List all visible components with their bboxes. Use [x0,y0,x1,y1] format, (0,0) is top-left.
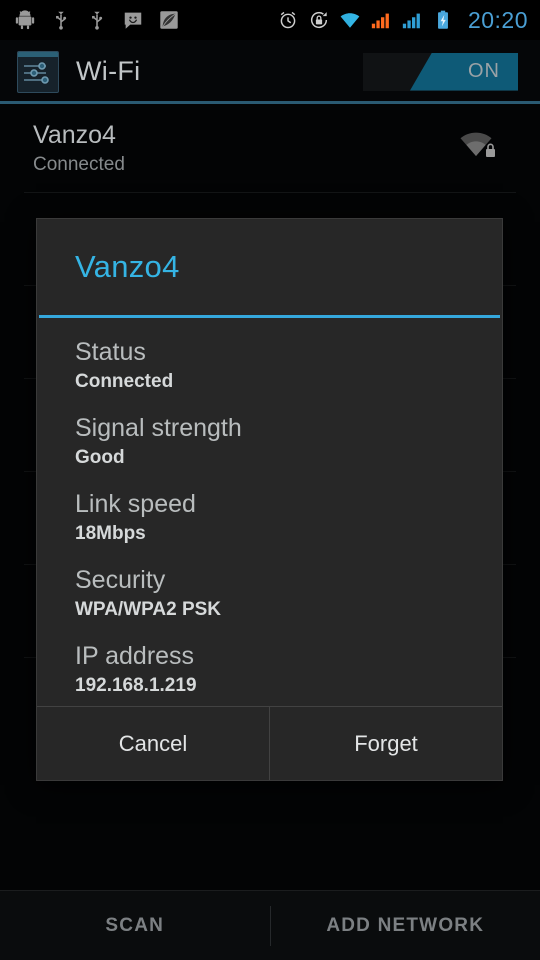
list-item[interactable]: Vanzo4 Connected [0,104,540,192]
detail-row-status: Status Connected [37,336,502,395]
detail-label: Link speed [75,490,196,518]
detail-row-signal-strength: Signal strength Good [37,412,502,471]
wifi-lock-signal-icon [460,132,495,157]
detail-row-security: Security WPA/WPA2 PSK [37,564,502,623]
leaf-icon [160,11,178,29]
dialog-detail-list: Status Connected Signal strength Good Li… [37,318,502,706]
detail-label: Signal strength [75,414,242,442]
detail-value: 18Mbps [75,523,146,544]
sms-smiley-icon [124,12,142,29]
wifi-toggle-switch[interactable]: ON [363,52,518,91]
bottom-action-bar: SCAN ADD NETWORK [0,890,540,960]
cancel-button[interactable]: Cancel [37,707,269,780]
detail-label: Status [75,338,146,366]
alarm-clock-icon [280,11,296,29]
detail-label: Security [75,566,166,594]
page-title: Wi-Fi [76,56,141,86]
forget-button[interactable]: Forget [270,707,502,780]
detail-value: Good [75,447,125,468]
add-network-button[interactable]: ADD NETWORK [271,915,540,937]
dialog-button-bar: Cancel Forget [37,706,502,780]
detail-value: Connected [75,371,174,392]
status-bar-left-icons [0,9,180,31]
dialog-title-area: Vanzo4 [37,219,502,315]
wifi-header-bar: Wi-Fi ON [0,40,540,103]
wifi-settings-sliders-icon [17,50,59,93]
usb-icon-2 [92,11,103,30]
wifi-toggle-label: ON [468,60,500,82]
rotation-lock-icon [310,11,328,29]
detail-value: 192.168.1.219 [75,675,197,696]
status-bar-clock: 20:20 [467,6,528,33]
network-detail-dialog: Vanzo4 Status Connected Signal strength … [36,218,503,781]
detail-row-ip-address: IP address 192.168.1.219 [37,640,502,699]
detail-row-link-speed: Link speed 18Mbps [37,488,502,547]
dialog-title: Vanzo4 [75,249,180,284]
android-debug-icon [15,10,35,30]
usb-icon [56,11,67,30]
cell-signal-sim1-icon [371,13,389,29]
battery-charging-icon [437,10,448,29]
scan-button[interactable]: SCAN [0,915,270,937]
phone-screen: 20:20 Wi-Fi ON Vanzo4 Connected SCAN ADD… [0,0,540,960]
detail-value: WPA/WPA2 PSK [75,599,222,620]
status-bar-right-icons: 20:20 [277,6,540,33]
status-bar: 20:20 [0,0,540,40]
wifi-signal-icon [340,13,360,28]
detail-label: IP address [75,642,195,670]
cell-signal-sim2-icon [402,13,420,29]
